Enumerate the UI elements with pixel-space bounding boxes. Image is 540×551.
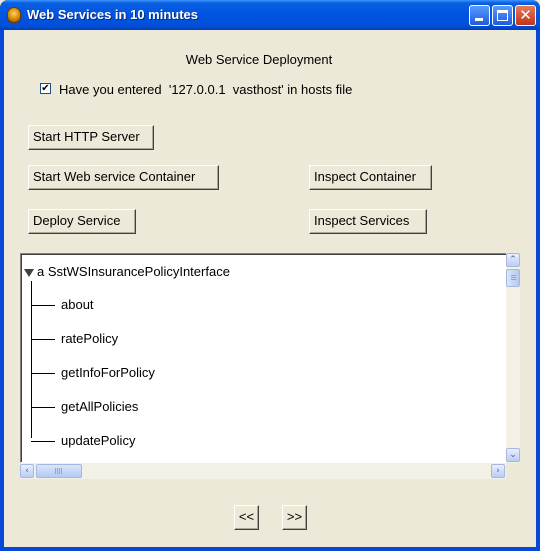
chevron-down-icon: ⌄ (509, 450, 517, 460)
previous-button[interactable]: << (234, 505, 259, 530)
inspect-services-button[interactable]: Inspect Services (309, 209, 427, 234)
vertical-scrollbar[interactable]: ⌃ ⌄ (506, 253, 520, 463)
title-bar[interactable]: Web Services in 10 minutes ✕ (0, 0, 540, 30)
tree-item-label: getAllPolicies (61, 399, 139, 414)
next-button[interactable]: >> (282, 505, 307, 530)
scroll-up-button[interactable]: ⌃ (506, 253, 520, 267)
grip-icon (511, 275, 516, 281)
tree-item-label: about (61, 297, 94, 312)
minimize-icon (475, 18, 483, 21)
scroll-down-button[interactable]: ⌄ (506, 448, 520, 462)
chevron-right-icon: › (496, 466, 500, 476)
tree-branch-line (31, 339, 55, 340)
tree-root-label: a SstWSInsurancePolicyInterface (37, 264, 230, 279)
window-frame-bottom (0, 547, 540, 551)
close-button[interactable]: ✕ (515, 5, 536, 26)
vertical-scroll-thumb[interactable] (506, 269, 520, 287)
minimize-button[interactable] (469, 5, 490, 26)
page-title: Web Service Deployment (185, 52, 333, 67)
close-icon: ✕ (519, 6, 532, 24)
tree-branch-line (31, 373, 55, 374)
expand-triangle-icon[interactable] (24, 268, 34, 277)
tree-item-label: getInfoForPolicy (61, 365, 155, 380)
start-http-server-button[interactable]: Start HTTP Server (28, 125, 154, 150)
deploy-service-button[interactable]: Deploy Service (28, 209, 136, 234)
maximize-button[interactable] (492, 5, 513, 26)
tree-item-label: ratePolicy (61, 331, 119, 346)
window-title: Web Services in 10 minutes (27, 7, 198, 22)
tree-item-label: updatePolicy (61, 433, 136, 448)
horizontal-scroll-thumb[interactable] (36, 464, 82, 478)
chevron-up-icon: ⌃ (509, 255, 517, 265)
maximize-icon (497, 10, 508, 21)
grip-icon (55, 468, 63, 474)
client-area: Web Service Deployment ✔ Have you entere… (4, 30, 536, 547)
window-frame-right (536, 30, 540, 551)
tree-branch-line (31, 441, 55, 442)
tree-branch-line (31, 407, 55, 408)
app-icon (7, 7, 21, 23)
chevron-left-icon: ‹ (25, 466, 29, 476)
start-container-button[interactable]: Start Web service Container (28, 165, 219, 190)
horizontal-scrollbar[interactable]: ‹ › (20, 463, 506, 479)
inspect-container-button[interactable]: Inspect Container (309, 165, 432, 190)
app-window: Web Services in 10 minutes ✕ Web Service… (0, 0, 540, 551)
hosts-checkbox[interactable]: ✔ (40, 83, 51, 94)
service-tree[interactable]: a SstWSInsurancePolicyInterface about ra… (20, 253, 520, 463)
tree-branch-line (31, 305, 55, 306)
scroll-right-button[interactable]: › (491, 464, 505, 478)
scroll-left-button[interactable]: ‹ (20, 464, 34, 478)
hosts-checkbox-label[interactable]: Have you entered '127.0.0.1 vasthost' in… (59, 82, 352, 97)
tree-root[interactable]: a SstWSInsurancePolicyInterface (24, 264, 230, 279)
